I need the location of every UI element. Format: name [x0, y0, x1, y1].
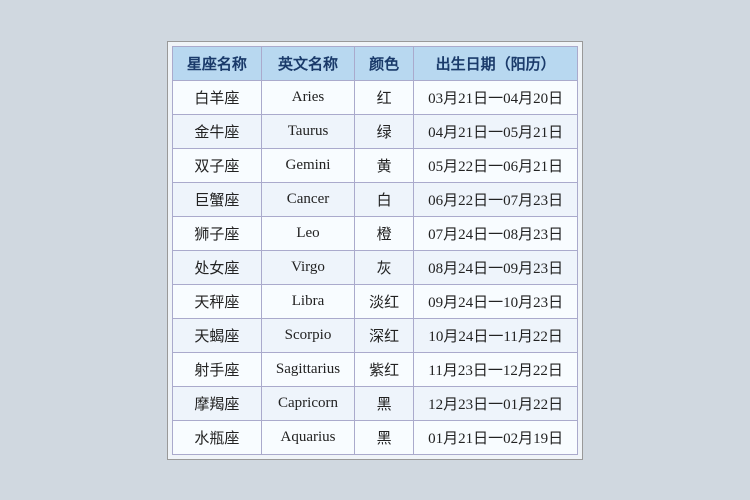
- table-row: 巨蟹座Cancer白06月22日一07月23日: [172, 182, 577, 216]
- cell-dates: 07月24日一08月23日: [414, 216, 578, 250]
- cell-english-name: Libra: [261, 284, 354, 318]
- header-dates: 出生日期（阳历）: [414, 46, 578, 80]
- cell-english-name: Virgo: [261, 250, 354, 284]
- cell-color: 淡红: [355, 284, 414, 318]
- table-row: 双子座Gemini黄05月22日一06月21日: [172, 148, 577, 182]
- cell-english-name: Scorpio: [261, 318, 354, 352]
- cell-chinese-name: 天秤座: [172, 284, 261, 318]
- table-header-row: 星座名称 英文名称 颜色 出生日期（阳历）: [172, 46, 577, 80]
- cell-color: 橙: [355, 216, 414, 250]
- table-row: 白羊座Aries红03月21日一04月20日: [172, 80, 577, 114]
- cell-color: 深红: [355, 318, 414, 352]
- cell-english-name: Leo: [261, 216, 354, 250]
- cell-color: 黄: [355, 148, 414, 182]
- zodiac-table: 星座名称 英文名称 颜色 出生日期（阳历） 白羊座Aries红03月21日一04…: [172, 46, 578, 455]
- cell-dates: 03月21日一04月20日: [414, 80, 578, 114]
- header-color: 颜色: [355, 46, 414, 80]
- cell-chinese-name: 射手座: [172, 352, 261, 386]
- cell-dates: 01月21日一02月19日: [414, 420, 578, 454]
- table-row: 天蝎座Scorpio深红10月24日一11月22日: [172, 318, 577, 352]
- cell-dates: 04月21日一05月21日: [414, 114, 578, 148]
- cell-color: 白: [355, 182, 414, 216]
- cell-chinese-name: 水瓶座: [172, 420, 261, 454]
- cell-chinese-name: 天蝎座: [172, 318, 261, 352]
- cell-chinese-name: 处女座: [172, 250, 261, 284]
- cell-color: 红: [355, 80, 414, 114]
- cell-english-name: Sagittarius: [261, 352, 354, 386]
- cell-dates: 08月24日一09月23日: [414, 250, 578, 284]
- zodiac-table-container: 星座名称 英文名称 颜色 出生日期（阳历） 白羊座Aries红03月21日一04…: [167, 41, 583, 460]
- cell-color: 黑: [355, 420, 414, 454]
- cell-english-name: Taurus: [261, 114, 354, 148]
- cell-english-name: Aquarius: [261, 420, 354, 454]
- cell-chinese-name: 双子座: [172, 148, 261, 182]
- table-body: 白羊座Aries红03月21日一04月20日金牛座Taurus绿04月21日一0…: [172, 80, 577, 454]
- cell-color: 绿: [355, 114, 414, 148]
- cell-dates: 11月23日一12月22日: [414, 352, 578, 386]
- table-row: 天秤座Libra淡红09月24日一10月23日: [172, 284, 577, 318]
- cell-dates: 12月23日一01月22日: [414, 386, 578, 420]
- cell-color: 灰: [355, 250, 414, 284]
- table-row: 金牛座Taurus绿04月21日一05月21日: [172, 114, 577, 148]
- cell-english-name: Capricorn: [261, 386, 354, 420]
- cell-english-name: Cancer: [261, 182, 354, 216]
- cell-dates: 10月24日一11月22日: [414, 318, 578, 352]
- header-chinese-name: 星座名称: [172, 46, 261, 80]
- cell-chinese-name: 摩羯座: [172, 386, 261, 420]
- table-row: 射手座Sagittarius紫红11月23日一12月22日: [172, 352, 577, 386]
- cell-chinese-name: 白羊座: [172, 80, 261, 114]
- cell-chinese-name: 狮子座: [172, 216, 261, 250]
- cell-color: 紫红: [355, 352, 414, 386]
- cell-english-name: Aries: [261, 80, 354, 114]
- cell-color: 黑: [355, 386, 414, 420]
- table-row: 摩羯座Capricorn黑12月23日一01月22日: [172, 386, 577, 420]
- cell-chinese-name: 金牛座: [172, 114, 261, 148]
- cell-dates: 06月22日一07月23日: [414, 182, 578, 216]
- cell-dates: 09月24日一10月23日: [414, 284, 578, 318]
- table-row: 狮子座Leo橙07月24日一08月23日: [172, 216, 577, 250]
- cell-chinese-name: 巨蟹座: [172, 182, 261, 216]
- cell-english-name: Gemini: [261, 148, 354, 182]
- cell-dates: 05月22日一06月21日: [414, 148, 578, 182]
- header-english-name: 英文名称: [261, 46, 354, 80]
- table-row: 处女座Virgo灰08月24日一09月23日: [172, 250, 577, 284]
- table-row: 水瓶座Aquarius黑01月21日一02月19日: [172, 420, 577, 454]
